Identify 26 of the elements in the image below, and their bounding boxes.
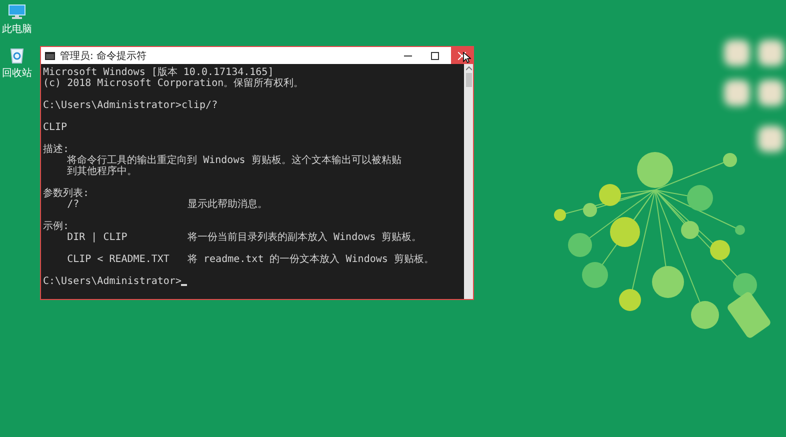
desktop-icon-label[interactable]: 回收站 bbox=[2, 66, 32, 80]
window-title: 管理员: 命令提示符 bbox=[60, 50, 147, 62]
console-line: (c) 2018 Microsoft Corporation。保留所有权利。 bbox=[43, 78, 304, 89]
terminal-icon bbox=[45, 52, 55, 60]
close-icon bbox=[458, 52, 466, 60]
console-line: 到其他程序中。 bbox=[66, 166, 138, 177]
scroll-up-icon[interactable] bbox=[466, 66, 472, 71]
console-line: Microsoft Windows [版本 10.0.17134.165] bbox=[43, 67, 274, 78]
console-line: C:\Users\Administrator>clip/? bbox=[43, 100, 218, 111]
console-line: 示例: bbox=[43, 221, 70, 232]
console-line: 将命令行工具的输出重定向到 Windows 剪贴板。这个文本输出可以被粘贴 bbox=[66, 155, 402, 166]
console-line: CLIP bbox=[43, 122, 68, 133]
console-line: DIR | CLIP 将一份当前目录列表的副本放入 Windows 剪贴板。 bbox=[66, 232, 422, 243]
scrollbar[interactable] bbox=[464, 64, 473, 299]
console-line: 参数列表: bbox=[43, 188, 90, 199]
scroll-thumb[interactable] bbox=[466, 73, 472, 87]
text-cursor bbox=[181, 284, 188, 286]
mouse-pointer-icon bbox=[463, 52, 471, 63]
desktop-icon-label[interactable]: 此电脑 bbox=[2, 22, 32, 36]
console-line: CLIP < README.TXT 将 readme.txt 的一份文本放入 Windows 剪贴板。 bbox=[66, 254, 434, 265]
recycle-bin-icon[interactable] bbox=[9, 46, 25, 64]
console-line: /? 显示此帮助消息。 bbox=[66, 199, 268, 210]
maximize-icon bbox=[431, 52, 439, 60]
console-line: C:\Users\Administrator> bbox=[43, 276, 182, 287]
computer-icon[interactable] bbox=[8, 4, 26, 20]
console-line: 描述: bbox=[43, 144, 70, 155]
